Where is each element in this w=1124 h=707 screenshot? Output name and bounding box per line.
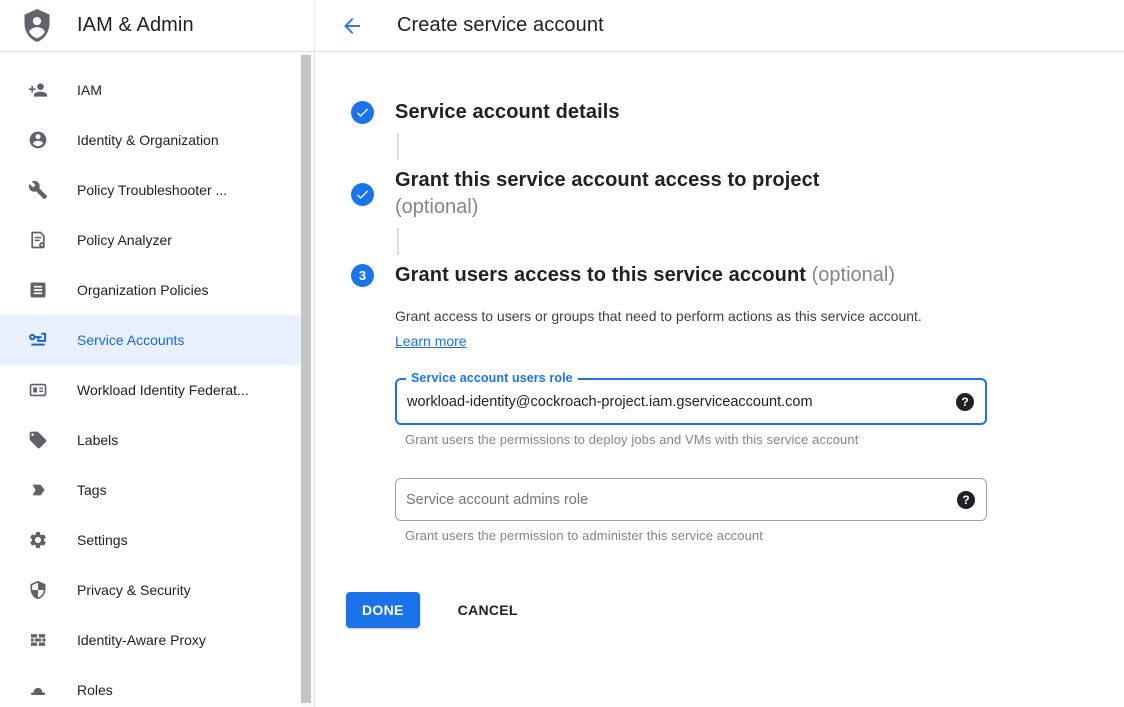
create-service-account-form: Service account details Grant this servi… xyxy=(315,52,1124,707)
sidebar-item-label: Tags xyxy=(77,482,107,498)
sidebar-item-label: Organization Policies xyxy=(77,282,209,298)
sidebar-scrollbar-track xyxy=(301,52,313,707)
sidebar-item-organization-policies[interactable]: Organization Policies xyxy=(0,265,303,315)
sidebar-item-label: Service Accounts xyxy=(77,332,184,348)
users-role-field-label: Service account users role xyxy=(406,371,578,385)
tag-arrow-icon xyxy=(28,480,48,500)
form-actions: DONE CANCEL xyxy=(346,592,1124,628)
cancel-button[interactable]: CANCEL xyxy=(450,592,526,628)
sidebar-item-label: Workload Identity Federat... xyxy=(77,382,249,398)
person-add-icon xyxy=(28,80,48,100)
page-title: Create service account xyxy=(397,14,604,37)
step-2-check-icon xyxy=(351,183,374,206)
admins-role-input[interactable] xyxy=(396,479,957,520)
step-3-optional-label: (optional) xyxy=(806,264,895,286)
sidebar-item-identity-organization[interactable]: Identity & Organization xyxy=(0,115,303,165)
service-account-key-icon xyxy=(28,330,48,350)
top-bar: IAM & Admin Create service account xyxy=(0,0,1124,52)
back-button[interactable] xyxy=(340,14,364,38)
badge-card-icon xyxy=(28,380,48,400)
product-header: IAM & Admin xyxy=(0,0,315,51)
step-3-row: 3 Grant users access to this service acc… xyxy=(351,262,1124,289)
sidebar-item-label: Labels xyxy=(77,432,118,448)
sidebar-item-labels[interactable]: Labels xyxy=(0,415,303,465)
sidebar-item-identity-aware-proxy[interactable]: Identity-Aware Proxy xyxy=(0,615,303,665)
product-title: IAM & Admin xyxy=(77,14,194,37)
users-role-helper-text: Grant users the permissions to deploy jo… xyxy=(405,432,1084,447)
step-3-title[interactable]: Grant users access to this service accou… xyxy=(395,264,806,286)
sidebar-item-workload-identity-federation[interactable]: Workload Identity Federat... xyxy=(0,365,303,415)
iam-admin-app: IAM & Admin Create service account IAM xyxy=(0,0,1124,707)
wrench-icon xyxy=(28,180,48,200)
users-role-input[interactable] xyxy=(397,380,956,423)
sidebar-item-service-accounts[interactable]: Service Accounts xyxy=(0,315,303,365)
gear-icon xyxy=(28,530,48,550)
step-1-title[interactable]: Service account details xyxy=(395,101,620,123)
sidebar-item-iam[interactable]: IAM xyxy=(0,65,303,115)
step-1-row: Service account details xyxy=(351,99,1124,126)
page-header: Create service account xyxy=(315,0,1124,51)
sidebar-nav: IAM Identity & Organization Policy Troub… xyxy=(0,52,315,707)
step-2-row: Grant this service account access to pro… xyxy=(351,167,1124,221)
step-3-description: Grant access to users or groups that nee… xyxy=(395,304,951,354)
sidebar-item-label: Policy Troubleshooter ... xyxy=(77,182,227,198)
step-3-number-badge: 3 xyxy=(351,264,374,287)
admins-role-help-icon[interactable]: ? xyxy=(957,491,975,509)
step-connector xyxy=(397,228,399,255)
label-tag-icon xyxy=(28,430,48,450)
sidebar-item-label: IAM xyxy=(77,82,102,98)
learn-more-link[interactable]: Learn more xyxy=(395,333,467,349)
sidebar-item-roles[interactable]: Roles xyxy=(0,665,303,707)
proxy-grid-icon xyxy=(28,630,48,650)
sidebar-item-label: Settings xyxy=(77,532,128,548)
sidebar-scrollbar-thumb[interactable] xyxy=(301,55,311,703)
sidebar-item-label: Policy Analyzer xyxy=(77,232,172,248)
account-circle-icon xyxy=(28,130,48,150)
hat-icon xyxy=(28,680,48,700)
sidebar-item-policy-troubleshooter[interactable]: Policy Troubleshooter ... xyxy=(0,165,303,215)
done-button[interactable]: DONE xyxy=(346,592,420,628)
sidebar-item-tags[interactable]: Tags xyxy=(0,465,303,515)
service-account-users-role-field: Service account users role ? xyxy=(395,378,987,425)
service-account-admins-role-field: ? xyxy=(395,478,987,521)
sidebar-item-settings[interactable]: Settings xyxy=(0,515,303,565)
sidebar-item-privacy-security[interactable]: Privacy & Security xyxy=(0,565,303,615)
policy-analyzer-icon xyxy=(28,230,48,250)
step-connector xyxy=(397,133,399,160)
iam-shield-logo-icon xyxy=(22,9,52,43)
sidebar-item-policy-analyzer[interactable]: Policy Analyzer xyxy=(0,215,303,265)
arrow-back-icon xyxy=(340,14,364,38)
users-role-help-icon[interactable]: ? xyxy=(956,393,974,411)
step-2-title[interactable]: Grant this service account access to pro… xyxy=(395,169,820,191)
admins-role-helper-text: Grant users the permission to administer… xyxy=(405,528,1084,543)
sidebar-item-label: Privacy & Security xyxy=(77,582,191,598)
sidebar-item-label: Identity & Organization xyxy=(77,132,219,148)
sidebar-item-label: Identity-Aware Proxy xyxy=(77,632,206,648)
shield-half-icon xyxy=(28,580,48,600)
article-icon xyxy=(28,280,48,300)
step-2-optional-label: (optional) xyxy=(395,194,820,221)
sidebar-item-label: Roles xyxy=(77,682,113,698)
step-1-check-icon xyxy=(351,101,374,124)
